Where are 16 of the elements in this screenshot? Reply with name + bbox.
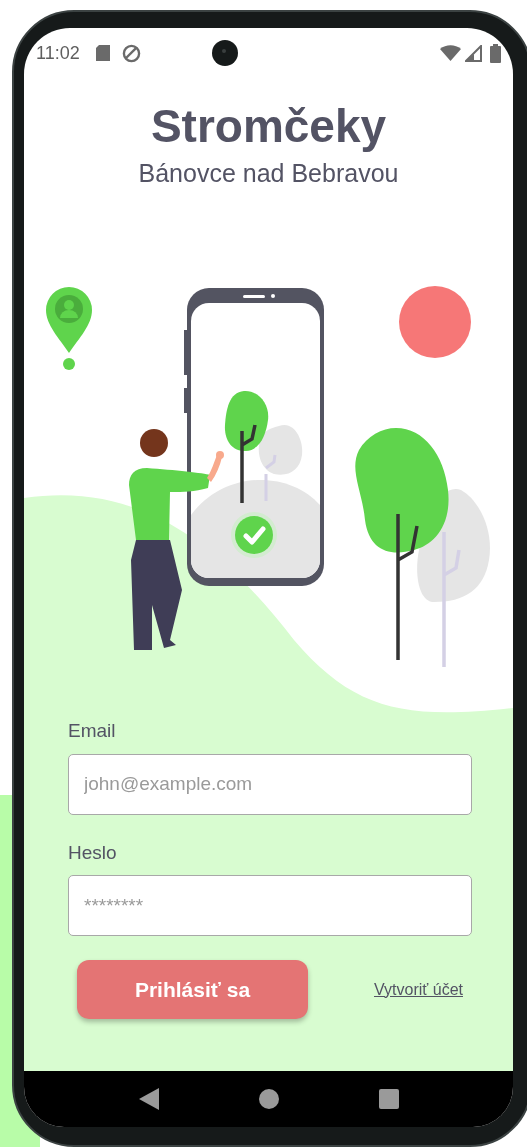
create-account-link[interactable]: Vytvoriť účet [374,977,463,1002]
home-icon[interactable] [258,1089,279,1109]
wifi-icon [440,45,461,61]
input-field[interactable]: ******** [68,875,472,936]
field-label: Heslo [68,840,118,865]
field-label: Email [68,719,117,743]
app-subtitle: Bánovce nad Bebravou [138,158,399,189]
app-title: Stromčeky [150,99,387,154]
back-icon[interactable] [138,1088,159,1110]
recents-icon[interactable] [378,1089,399,1109]
signal-icon [465,44,482,62]
camera-icon [211,39,240,67]
status-time: 11:02 [36,41,80,65]
input-field[interactable]: john@example.com [68,753,472,815]
sd-card-icon [95,45,110,61]
battery-icon [490,43,501,63]
